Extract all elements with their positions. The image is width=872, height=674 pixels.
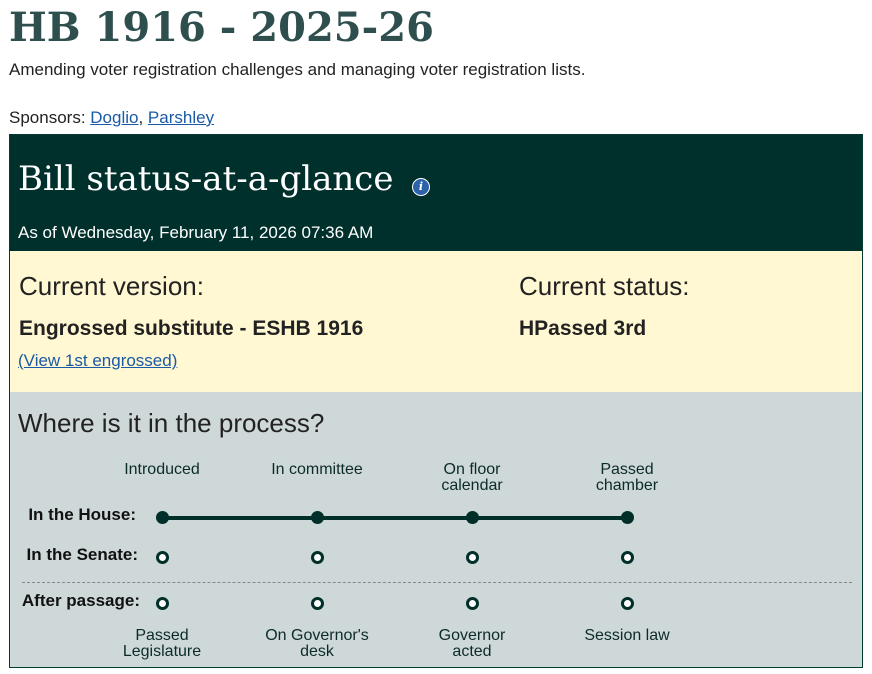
after-session-law-dot [621, 597, 634, 610]
after-governor-acted-dot [466, 597, 479, 610]
stage-label-governors-desk: On Governor's desk [265, 627, 369, 660]
after-governor-desk-dot [311, 597, 324, 610]
row-label-house: In the House: [28, 505, 136, 524]
stage-label-in-committee: In committee [271, 461, 363, 478]
senate-introduced-dot [156, 551, 169, 564]
status-header: Bill status-at-a-glance i As of Wednesda… [10, 135, 862, 251]
stage-label-session-law: Session law [584, 627, 670, 644]
senate-committee-dot [311, 551, 324, 564]
sponsor-link-doglio[interactable]: Doglio [90, 108, 138, 127]
process-heading: Where is it in the process? [18, 408, 325, 438]
after-passed-legislature-dot [156, 597, 169, 610]
house-passed-dot [621, 511, 634, 524]
current-version-value: Engrossed substitute - ESHB 1916 [19, 317, 364, 340]
as-of-timestamp: As of Wednesday, February 11, 2026 07:36… [18, 223, 374, 242]
passage-divider [22, 582, 852, 583]
row-label-senate: In the Senate: [26, 545, 138, 564]
house-introduced-dot [156, 511, 169, 524]
stage-label-passed-chamber: Passed chamber [595, 461, 659, 494]
sponsor-separator: , [138, 108, 148, 127]
current-status-value: HPassed 3rd [519, 317, 647, 340]
sponsor-link-parshley[interactable]: Parshley [148, 108, 214, 127]
senate-passed-dot [621, 551, 634, 564]
bill-description: Amending voter registration challenges a… [9, 60, 586, 79]
stage-label-passed-legislature: Passed Legislature [122, 627, 202, 660]
info-icon[interactable]: i [412, 178, 430, 196]
view-engrossed-link[interactable]: (View 1st engrossed) [18, 351, 177, 371]
sponsors-label: Sponsors: [9, 108, 91, 127]
house-progress-line [162, 516, 627, 520]
current-version-label: Current version: [19, 271, 204, 301]
status-heading: Bill status-at-a-glance [18, 159, 394, 199]
process-section: Where is it in the process? Introduced I… [10, 392, 862, 667]
stage-label-on-floor-calendar: On floor calendar [441, 461, 503, 494]
current-status-label: Current status: [519, 271, 690, 301]
sponsors-line: Sponsors: Doglio, Parshley [9, 108, 214, 128]
house-floor-dot [466, 511, 479, 524]
row-label-after-passage: After passage: [21, 591, 140, 610]
senate-floor-dot [466, 551, 479, 564]
bill-title: HB 1916 - 2025-26 [9, 4, 434, 51]
stage-label-governor-acted: Governor acted [438, 627, 506, 660]
stage-label-introduced: Introduced [124, 461, 200, 478]
house-committee-dot [311, 511, 324, 524]
bill-status-panel: Bill status-at-a-glance i As of Wednesda… [9, 134, 863, 668]
